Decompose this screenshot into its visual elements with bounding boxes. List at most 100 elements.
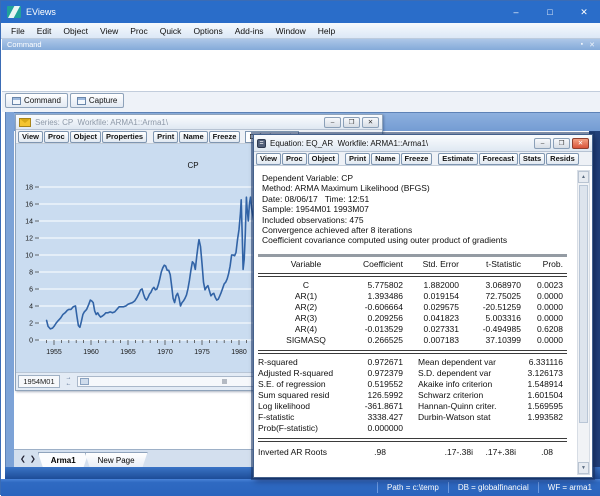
equation-estimate-button[interactable]: Estimate	[438, 153, 477, 165]
stat-value: 0.972379	[348, 368, 403, 379]
status-bar: Path = c:\tempDB = globalfinancialWF = a…	[1, 479, 600, 496]
workfile-tab-arma1[interactable]: Arma1	[38, 452, 89, 467]
series-proc-button[interactable]: Proc	[44, 131, 69, 143]
coef-cell: 0.209256	[354, 313, 403, 324]
coef-cell: AR(1)	[258, 291, 354, 302]
equation-name-button[interactable]: Name	[371, 153, 399, 165]
stat-spacer	[403, 412, 418, 423]
coef-cell: 0.041823	[403, 313, 459, 324]
series-minimize-button[interactable]: –	[324, 117, 341, 128]
sample-start-label: 1954M01	[18, 375, 60, 388]
menu-window[interactable]: Window	[270, 26, 312, 36]
stat-value: 1.601504	[521, 390, 563, 401]
series-view-button[interactable]: View	[18, 131, 43, 143]
svg-text:1975: 1975	[194, 349, 210, 356]
equation-object-button[interactable]: Object	[308, 153, 339, 165]
scroll-down-icon[interactable]: ▼	[578, 462, 589, 474]
series-restore-button[interactable]: ❐	[343, 117, 360, 128]
equation-view-button[interactable]: View	[256, 153, 281, 165]
workfile-tab-new-page[interactable]: New Page	[85, 452, 148, 467]
equation-forecast-button[interactable]: Forecast	[479, 153, 518, 165]
maximize-button[interactable]: □	[533, 1, 567, 23]
menu-proc[interactable]: Proc	[124, 26, 153, 36]
coef-cell: 0.0000	[521, 302, 563, 313]
coef-cell: 0.0000	[521, 335, 563, 346]
equation-close-button[interactable]: ✕	[572, 138, 589, 149]
close-button[interactable]: ✕	[567, 1, 600, 23]
stat-value: 126.5992	[348, 390, 403, 401]
menu-object[interactable]: Object	[57, 26, 94, 36]
stat-label: Log likelihood	[258, 401, 348, 412]
series-properties-button[interactable]: Properties	[102, 131, 147, 143]
equation-stats-button[interactable]: Stats	[519, 153, 545, 165]
estimation-summary: Dependent Variable: CPMethod: ARMA Maxim…	[262, 173, 577, 246]
svg-text:10: 10	[25, 253, 33, 260]
command-input-area[interactable]	[2, 50, 600, 92]
pan-arrows-icon[interactable]: →←	[62, 375, 75, 388]
eviews-logo-icon	[7, 6, 21, 18]
coef-cell: 1.882000	[403, 280, 459, 291]
equation-resids-button[interactable]: Resids	[546, 153, 579, 165]
coef-cell: 37.10399	[459, 335, 521, 346]
dock-tab-command[interactable]: Command	[5, 93, 68, 108]
pan-scrollbar-thumb[interactable]	[80, 378, 89, 385]
svg-text:1955: 1955	[46, 349, 62, 356]
coef-table-header: VariableCoefficientStd. Errort-Statistic…	[258, 257, 567, 273]
root-value: .08	[516, 447, 553, 458]
menu-edit[interactable]: Edit	[31, 26, 58, 36]
menu-quick[interactable]: Quick	[154, 26, 188, 36]
equation-proc-button[interactable]: Proc	[282, 153, 307, 165]
equation-restore-button[interactable]: ❐	[553, 138, 570, 149]
series-window-title: Series: CP Workfile: ARMA1::Arma1\	[35, 118, 322, 127]
coef-cell: 72.75025	[459, 291, 521, 302]
menu-bar: FileEditObjectViewProcQuickOptionsAdd-in…	[1, 23, 600, 39]
equation-icon: =	[257, 139, 266, 148]
series-freeze-button[interactable]: Freeze	[209, 131, 241, 143]
coef-cell: -20.51259	[459, 302, 521, 313]
page-tab-scroll-right[interactable]: ❯	[28, 455, 38, 463]
equation-print-button[interactable]: Print	[345, 153, 370, 165]
scroll-up-icon[interactable]: ▲	[578, 171, 589, 183]
stat-spacer	[403, 368, 418, 379]
equation-freeze-button[interactable]: Freeze	[401, 153, 433, 165]
stat-value: 3.126173	[521, 368, 563, 379]
stat-value: 6.331116	[521, 357, 563, 368]
menu-add-ins[interactable]: Add-ins	[229, 26, 270, 36]
svg-text:1960: 1960	[83, 349, 99, 356]
equation-title-bar[interactable]: = Equation: EQ_AR Workfile: ARMA1::Arma1…	[254, 135, 592, 152]
stat-label: F-statistic	[258, 412, 348, 423]
equation-minimize-button[interactable]: –	[534, 138, 551, 149]
root-value: .98	[340, 447, 386, 458]
stat-label: Sum squared resid	[258, 390, 348, 401]
series-title-bar[interactable]: Series: CP Workfile: ARMA1::Arma1\ – ❐ ✕	[16, 115, 382, 130]
equation-scrollbar[interactable]: ▲ ▼	[577, 170, 590, 475]
coef-cell: 0.0000	[521, 291, 563, 302]
inverted-roots-label: Inverted AR Roots	[258, 447, 340, 458]
svg-text:1965: 1965	[120, 349, 136, 356]
window-icon	[77, 97, 86, 105]
page-tab-scroll-left[interactable]: ❮	[18, 455, 28, 463]
summary-statistics: R-squared0.972671Mean dependent var6.331…	[258, 354, 567, 438]
equation-scrollbar-thumb[interactable]	[579, 185, 588, 423]
close-panel-icon[interactable]: ✕	[589, 41, 595, 49]
menu-view[interactable]: View	[94, 26, 124, 36]
coef-cell: 0.027331	[403, 324, 459, 335]
dock-tab-capture[interactable]: Capture	[70, 93, 124, 108]
series-object-button[interactable]: Object	[70, 131, 101, 143]
window-icon	[12, 97, 21, 105]
minimize-button[interactable]: –	[499, 1, 533, 23]
coef-table-body: C5.7758021.8820003.0689700.0023AR(1)1.39…	[258, 277, 567, 350]
svg-text:1980: 1980	[231, 349, 247, 356]
series-close-button[interactable]: ✕	[362, 117, 379, 128]
coef-cell: 0.266525	[354, 335, 403, 346]
coef-cell: 0.0023	[521, 280, 563, 291]
svg-text:16: 16	[25, 202, 33, 209]
menu-options[interactable]: Options	[187, 26, 228, 36]
pin-icon[interactable]: ▪	[581, 41, 583, 48]
menu-file[interactable]: File	[5, 26, 31, 36]
menu-help[interactable]: Help	[312, 26, 341, 36]
series-print-button[interactable]: Print	[153, 131, 178, 143]
coef-cell: 5.003316	[459, 313, 521, 324]
series-name-button[interactable]: Name	[179, 131, 207, 143]
stat-label: Adjusted R-squared	[258, 368, 348, 379]
